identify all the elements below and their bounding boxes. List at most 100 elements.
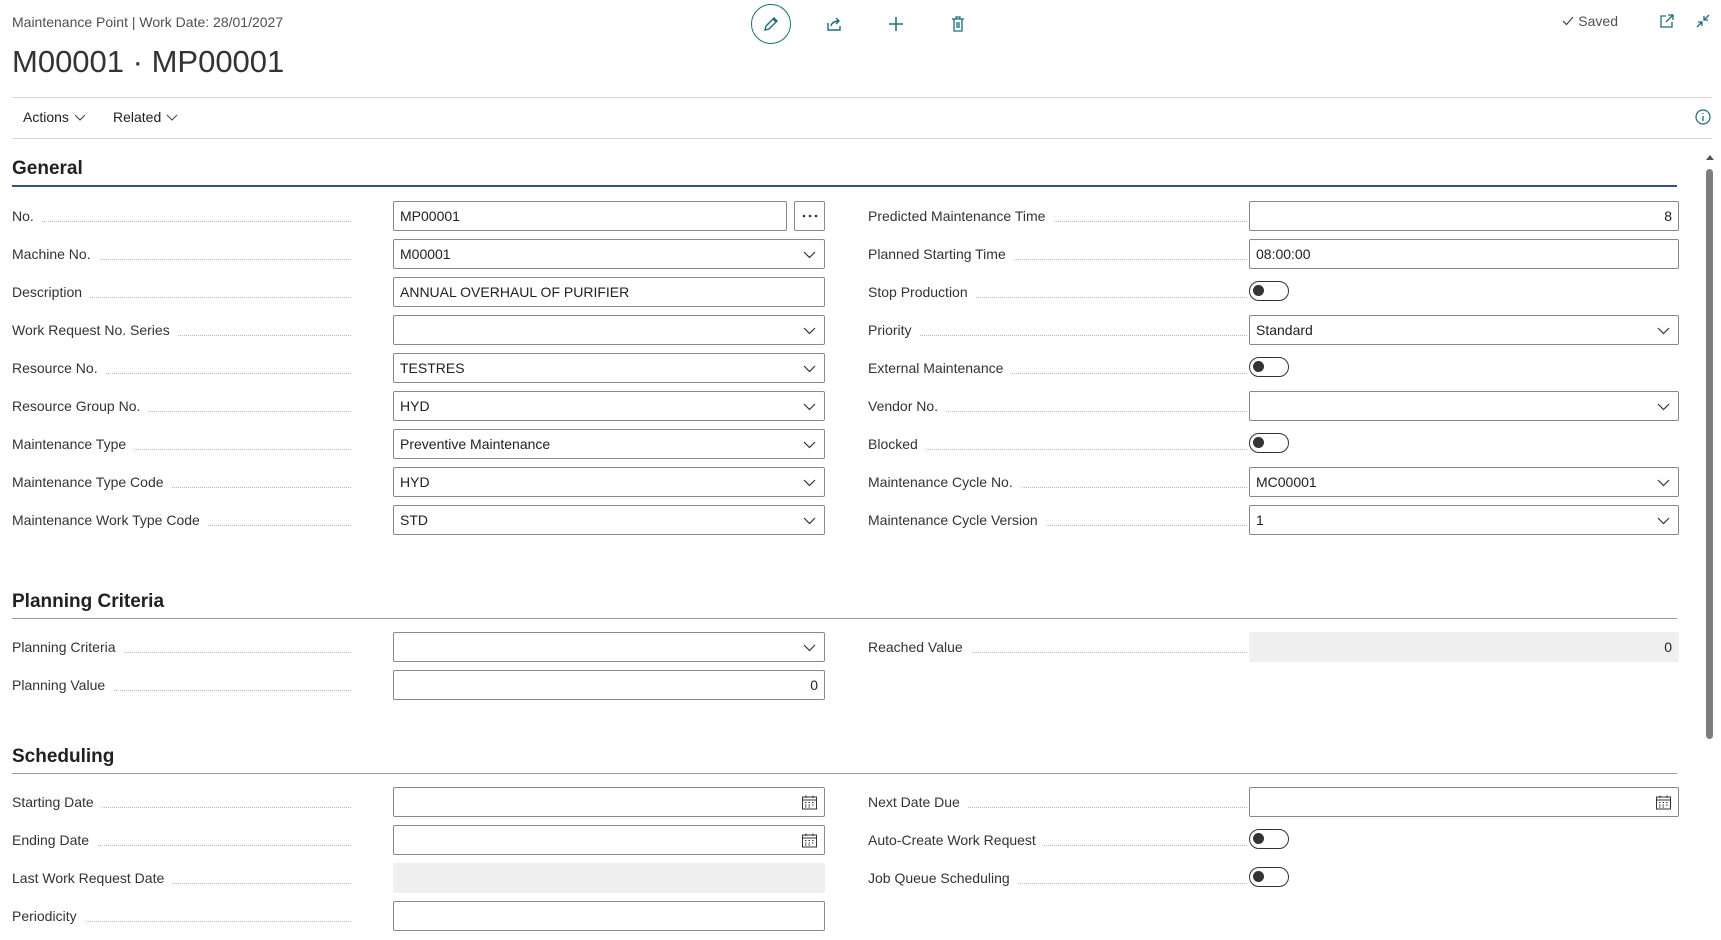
starting-date-field[interactable] [393, 787, 825, 817]
work-request-no-series-field[interactable] [393, 315, 825, 345]
periodicity-field[interactable] [393, 901, 825, 931]
page-caption: Maintenance Point | Work Date: 28/01/202… [12, 14, 284, 30]
label-text: Maintenance Type [12, 436, 135, 452]
calendar-icon[interactable] [1655, 794, 1672, 811]
field-label-planning-value: Planning Value [12, 670, 359, 700]
chevron-down-icon [803, 479, 816, 487]
field-label-starting-date: Starting Date [12, 787, 359, 817]
row-work-request-no-series: Work Request No. Series [12, 315, 825, 345]
section-general-title[interactable]: General [12, 158, 1677, 187]
field-label-stop-production: Stop Production [868, 277, 1255, 307]
field-label-job-queue-scheduling: Job Queue Scheduling [868, 863, 1255, 893]
share-button[interactable] [815, 5, 853, 43]
no-field[interactable]: MP00001 [393, 201, 787, 231]
row-auto-create-work-request: Auto-Create Work Request [868, 825, 1679, 855]
row-periodicity: Periodicity [12, 901, 825, 931]
field-label-auto-create-work-request: Auto-Create Work Request [868, 825, 1255, 855]
maintenance-type-field[interactable]: Preventive Maintenance [393, 429, 825, 459]
section-scheduling-title[interactable]: Scheduling [12, 746, 1677, 774]
vendor-no-field[interactable] [1249, 391, 1679, 421]
maintenance-cycle-version-field[interactable]: 1 [1249, 505, 1679, 535]
chevron-down-icon [1657, 403, 1670, 411]
label-text: Job Queue Scheduling [868, 870, 1018, 886]
field-label-maintenance-cycle-version: Maintenance Cycle Version [868, 505, 1255, 535]
info-icon[interactable] [1694, 108, 1712, 126]
planned-starting-time-field[interactable]: 08:00:00 [1249, 239, 1679, 269]
saved-label: Saved [1578, 13, 1618, 29]
row-predicted-maintenance-time: Predicted Maintenance Time 8 [868, 201, 1679, 231]
chevron-down-icon [166, 114, 178, 121]
maintenance-point-card: Maintenance Point | Work Date: 28/01/202… [12, 0, 1712, 940]
maintenance-work-type-code-field[interactable]: STD [393, 505, 825, 535]
collapse-icon[interactable] [1694, 12, 1712, 30]
planning-value-field[interactable]: 0 [393, 670, 825, 700]
row-no: No. MP00001 [12, 201, 825, 231]
toggle-knob [1253, 437, 1264, 448]
description-field[interactable]: ANNUAL OVERHAUL OF PURIFIER [393, 277, 825, 307]
next-date-due-field[interactable] [1249, 787, 1679, 817]
label-text: Planned Starting Time [868, 246, 1014, 262]
related-menu[interactable]: Related [113, 109, 178, 125]
assist-edit-button[interactable] [794, 201, 825, 231]
row-planning-value: Planning Value 0 [12, 670, 825, 700]
calendar-icon[interactable] [801, 794, 818, 811]
delete-button[interactable] [939, 5, 977, 43]
maintenance-cycle-no-field[interactable]: MC00001 [1249, 467, 1679, 497]
blocked-toggle[interactable] [1249, 433, 1289, 453]
field-label-no: No. [12, 201, 359, 231]
label-text: Predicted Maintenance Time [868, 208, 1054, 224]
section-planning-title[interactable]: Planning Criteria [12, 591, 1677, 619]
planning-criteria-field[interactable] [393, 632, 825, 662]
chevron-down-icon [803, 327, 816, 335]
stop-production-toggle[interactable] [1249, 281, 1289, 301]
edit-button[interactable] [751, 4, 791, 44]
field-label-reached-value: Reached Value [868, 632, 1255, 662]
field-label-last-work-request-date: Last Work Request Date [12, 863, 359, 893]
field-value: STD [400, 512, 428, 528]
auto-create-work-request-toggle[interactable] [1249, 829, 1289, 849]
priority-field[interactable]: Standard [1249, 315, 1679, 345]
resource-group-no-field[interactable]: HYD [393, 391, 825, 421]
actions-menu[interactable]: Actions [23, 109, 86, 125]
chevron-down-icon [74, 114, 86, 121]
maintenance-type-code-field[interactable]: HYD [393, 467, 825, 497]
open-new-window-icon[interactable] [1658, 12, 1676, 30]
scroll-thumb[interactable] [1706, 169, 1713, 739]
label-text: Priority [868, 322, 920, 338]
last-work-request-date-field [393, 863, 825, 893]
field-label-maintenance-work-type-code: Maintenance Work Type Code [12, 505, 359, 535]
toggle-knob [1253, 361, 1264, 372]
scroll-up-arrow[interactable] [1706, 155, 1714, 160]
edit-icon [764, 17, 778, 31]
field-label-blocked: Blocked [868, 429, 1255, 459]
scrollbar[interactable] [1704, 155, 1715, 940]
label-text: Description [12, 284, 91, 300]
plus-icon [889, 17, 903, 31]
new-button[interactable] [877, 5, 915, 43]
label-text: Ending Date [12, 832, 98, 848]
field-value: 08:00:00 [1256, 246, 1311, 262]
predicted-maintenance-time-field[interactable]: 8 [1249, 201, 1679, 231]
row-vendor-no: Vendor No. [868, 391, 1679, 421]
row-resource-no: Resource No. TESTRES [12, 353, 825, 383]
field-label-periodicity: Periodicity [12, 901, 359, 931]
label-text: Work Request No. Series [12, 322, 178, 338]
resource-no-field[interactable]: TESTRES [393, 353, 825, 383]
field-value: Standard [1256, 322, 1313, 338]
row-next-date-due: Next Date Due [868, 787, 1679, 817]
external-maintenance-toggle[interactable] [1249, 357, 1289, 377]
field-value: 8 [1664, 208, 1672, 224]
ending-date-field[interactable] [393, 825, 825, 855]
label-text: Auto-Create Work Request [868, 832, 1044, 848]
machine-no-field[interactable]: M00001 [393, 239, 825, 269]
field-label-planning-criteria: Planning Criteria [12, 632, 359, 662]
job-queue-scheduling-toggle[interactable] [1249, 867, 1289, 887]
field-label-priority: Priority [868, 315, 1255, 345]
label-text: Starting Date [12, 794, 102, 810]
field-label-next-date-due: Next Date Due [868, 787, 1255, 817]
toggle-knob [1253, 285, 1264, 296]
row-planning-criteria: Planning Criteria [12, 632, 825, 662]
actions-label: Actions [23, 109, 69, 125]
action-bar: Actions Related [12, 97, 1712, 139]
calendar-icon[interactable] [801, 832, 818, 849]
